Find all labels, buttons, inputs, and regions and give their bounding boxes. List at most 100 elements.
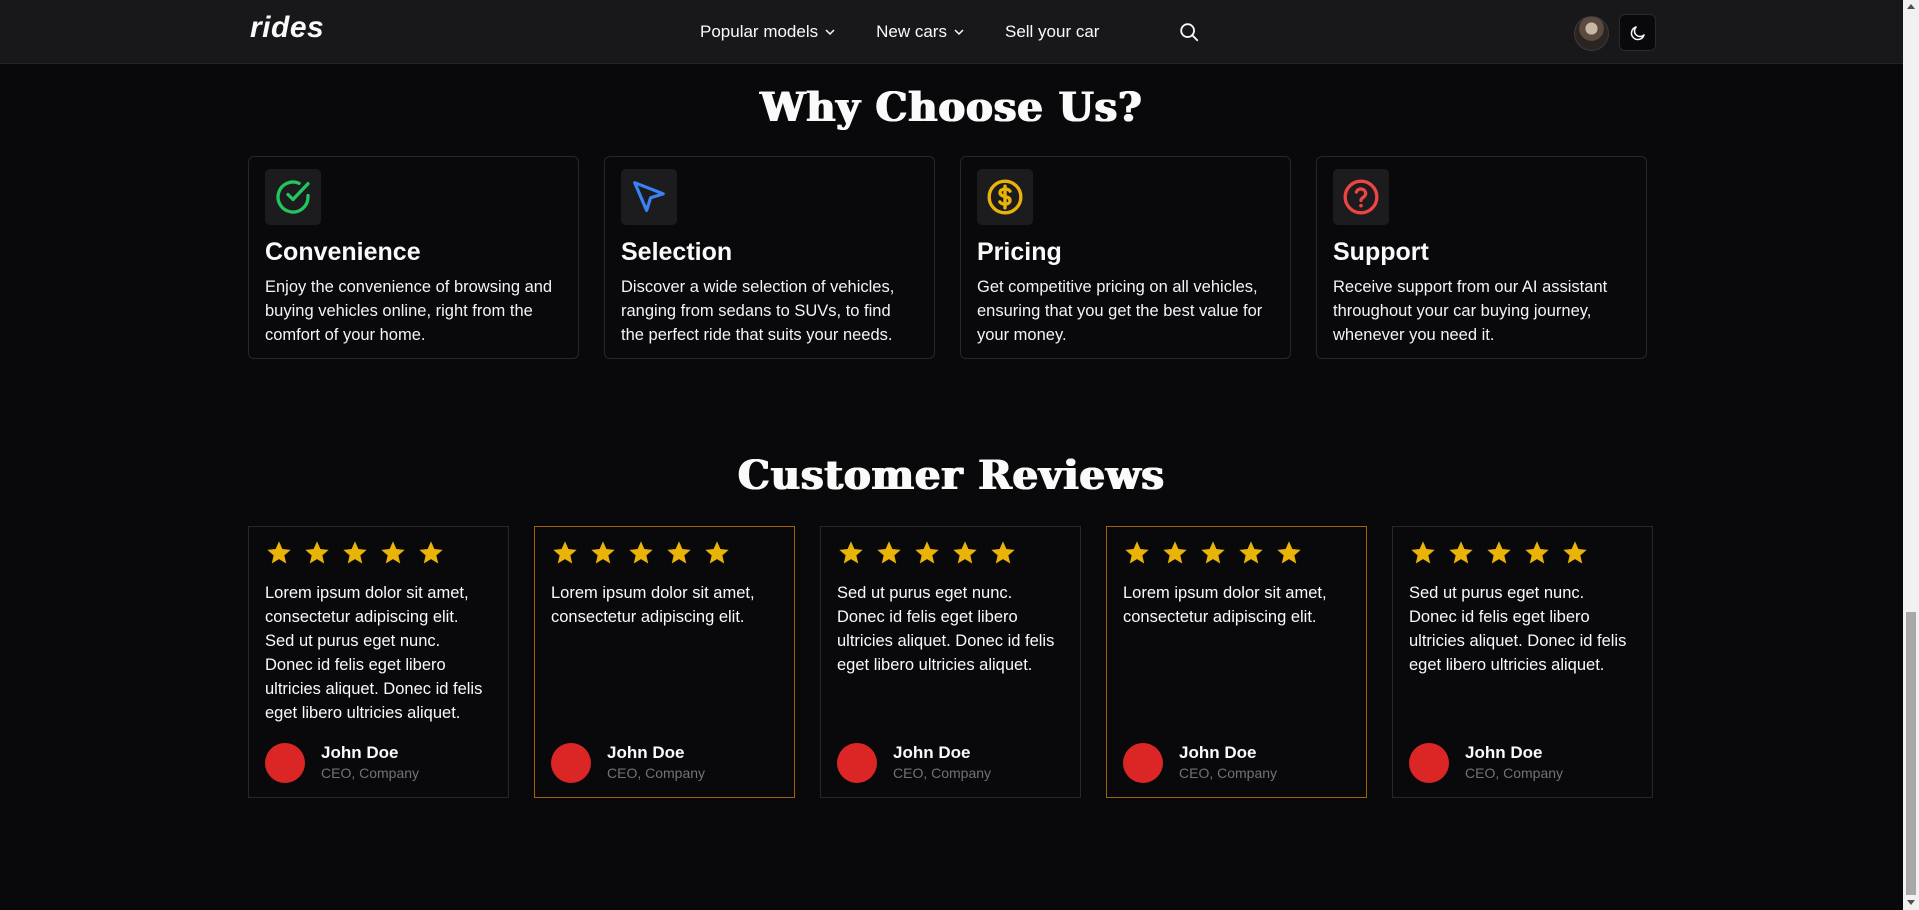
feature-card-support: Support Receive support from our AI assi… [1316, 156, 1647, 359]
reviewer-info: John Doe CEO, Company [321, 743, 419, 783]
star-icon [667, 541, 691, 564]
reviewer-info: John Doe CEO, Company [1465, 743, 1563, 783]
star-rating [1409, 539, 1636, 567]
check-circle-icon [276, 180, 310, 214]
reviewer: John Doe CEO, Company [1409, 743, 1563, 783]
review-card: Lorem ipsum dolor sit amet, consectetur … [248, 526, 509, 798]
nav-popular-models[interactable]: Popular models [700, 22, 836, 42]
nav-popular-models-label: Popular models [700, 21, 819, 41]
feature-title: Pricing [977, 238, 1062, 266]
question-circle-icon [1343, 179, 1379, 215]
star-icon [1449, 541, 1473, 564]
reviewer-name: John Doe [1465, 743, 1543, 762]
reviewer-avatar [837, 743, 877, 783]
star-icon [1525, 541, 1549, 564]
reviewer-role: CEO, Company [607, 765, 706, 781]
nav-new-cars[interactable]: New cars [876, 22, 965, 42]
reviewer-info: John Doe CEO, Company [1179, 743, 1277, 783]
star-icon [991, 541, 1015, 564]
feature-card-pricing: Pricing Get competitive pricing on all v… [960, 156, 1291, 359]
reviewer-role: CEO, Company [1465, 765, 1564, 781]
reviewer-name: John Doe [1179, 743, 1257, 762]
review-text: Lorem ipsum dolor sit amet, consectetur … [265, 584, 483, 722]
user-avatar[interactable] [1574, 16, 1609, 51]
scroll-down-icon[interactable] [1907, 900, 1915, 905]
reviewer-info: John Doe CEO, Company [893, 743, 991, 783]
feature-text: Receive support from our AI assistant th… [1333, 278, 1608, 344]
cursor-arrow-icon [633, 181, 665, 213]
reviewer-name: John Doe [321, 743, 399, 762]
chevron-down-icon [825, 28, 835, 35]
star-icon [305, 541, 329, 564]
review-card: Sed ut purus eget nunc. Donec id felis e… [820, 526, 1081, 798]
star-icon [877, 541, 901, 564]
feature-icon-box [621, 169, 677, 225]
star-icon [1411, 541, 1435, 564]
reviews-grid: Lorem ipsum dolor sit amet, consectetur … [248, 526, 1653, 798]
reviewer-role: CEO, Company [1179, 765, 1278, 781]
moon-icon [1630, 25, 1645, 40]
theme-toggle-button[interactable] [1619, 14, 1656, 51]
feature-card-selection: Selection Discover a wide selection of v… [604, 156, 935, 359]
star-icon [381, 541, 405, 564]
review-card: Sed ut purus eget nunc. Donec id felis e… [1392, 526, 1653, 798]
feature-title: Support [1333, 238, 1429, 266]
star-icon [839, 541, 863, 564]
review-card: Lorem ipsum dolor sit amet, consectetur … [534, 526, 795, 798]
site-logo[interactable]: rides [250, 11, 324, 45]
feature-icon-box [265, 169, 321, 225]
star-icon [915, 541, 939, 564]
chevron-down-icon [954, 28, 964, 35]
reviewer-name: John Doe [607, 743, 685, 762]
search-icon[interactable] [1178, 21, 1200, 43]
star-icon [1163, 541, 1187, 564]
reviewer-avatar [1409, 743, 1449, 783]
review-text: Sed ut purus eget nunc. Donec id felis e… [1409, 584, 1627, 674]
dollar-circle-icon [987, 179, 1023, 215]
reviewer-role: CEO, Company [893, 765, 992, 781]
star-icon [1487, 541, 1511, 564]
star-rating [265, 539, 492, 567]
feature-text: Get competitive pricing on all vehicles,… [977, 278, 1263, 344]
page-scrollbar[interactable] [1903, 0, 1919, 910]
reviewer: John Doe CEO, Company [551, 743, 705, 783]
reviewer-avatar [1123, 743, 1163, 783]
star-icon [591, 541, 615, 564]
review-text: Lorem ipsum dolor sit amet, consectetur … [1123, 584, 1327, 626]
features-grid: Convenience Enjoy the convenience of bro… [248, 156, 1647, 359]
star-icon [629, 541, 653, 564]
review-text: Sed ut purus eget nunc. Donec id felis e… [837, 584, 1055, 674]
star-icon [419, 541, 443, 564]
reviewer: John Doe CEO, Company [1123, 743, 1277, 783]
reviewer-avatar [265, 743, 305, 783]
reviewer-name: John Doe [893, 743, 971, 762]
feature-icon-box [1333, 169, 1389, 225]
feature-text: Discover a wide selection of vehicles, r… [621, 278, 895, 344]
star-rating [551, 539, 778, 567]
nav-sell-your-car[interactable]: Sell your car [1005, 22, 1099, 42]
feature-text: Enjoy the convenience of browsing and bu… [265, 278, 553, 344]
nav-links: Popular models New cars Sell your car [700, 0, 1139, 63]
star-icon [705, 541, 729, 564]
reviewer-avatar [551, 743, 591, 783]
scroll-up-icon[interactable] [1907, 4, 1915, 9]
star-icon [1563, 541, 1587, 564]
why-choose-us-title: Why Choose Us? [760, 84, 1143, 131]
review-text: Lorem ipsum dolor sit amet, consectetur … [551, 584, 755, 626]
reviewer-role: CEO, Company [321, 765, 420, 781]
star-icon [1125, 541, 1149, 564]
reviewer: John Doe CEO, Company [265, 743, 419, 783]
star-icon [953, 541, 977, 564]
star-rating [837, 539, 1064, 567]
star-icon [1201, 541, 1225, 564]
reviewer-info: John Doe CEO, Company [607, 743, 705, 783]
feature-card-convenience: Convenience Enjoy the convenience of bro… [248, 156, 579, 359]
scrollbar-thumb[interactable] [1906, 612, 1916, 895]
feature-icon-box [977, 169, 1033, 225]
star-icon [1277, 541, 1301, 564]
nav-sell-your-car-label: Sell your car [1004, 21, 1100, 41]
reviewer: John Doe CEO, Company [837, 743, 991, 783]
star-icon [1239, 541, 1263, 564]
feature-title: Selection [621, 238, 733, 266]
nav-new-cars-label: New cars [876, 21, 947, 41]
